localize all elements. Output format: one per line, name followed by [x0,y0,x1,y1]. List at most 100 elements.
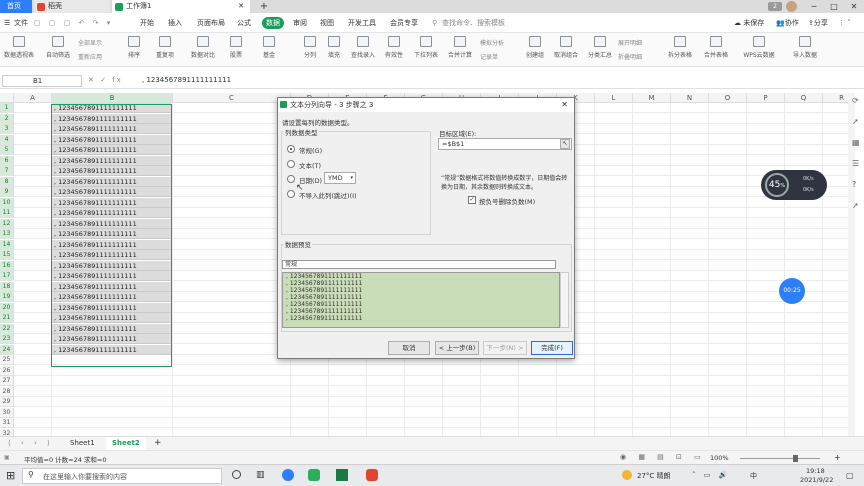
cancel-button[interactable]: 取消 [388,341,430,355]
task-view-icon[interactable]: ▥ [256,470,265,480]
cell-b[interactable]: , 1234567891111111111 [52,197,171,208]
split-column-button[interactable]: 分列 [300,36,320,66]
add-sheet-button[interactable]: + [148,437,168,450]
row-header[interactable]: 5 [0,145,14,155]
tab-home[interactable]: 首页 [0,0,32,13]
ungroup-button[interactable]: 取消组合 [550,36,582,66]
cell-b[interactable]: , 1234567891111111111 [52,145,171,155]
wechat-icon[interactable] [308,469,320,481]
grid-icon[interactable]: ▦ [852,132,860,153]
sheet-tab-2[interactable]: Sheet2 [106,437,146,450]
zoom-slider[interactable] [740,458,820,459]
row-header[interactable]: 23 [0,334,14,344]
cell-b[interactable]: , 1234567891111111111 [52,155,171,166]
radio-general-label[interactable]: 常规(G) [299,145,322,155]
prev-step-button[interactable]: < 上一步(B) [435,341,479,355]
expand-detail-button[interactable]: 展开明细 [618,38,642,47]
settings-icon[interactable]: ☰ [852,153,860,174]
row-header[interactable]: 19 [0,292,14,302]
menu-file[interactable]: 文件 [14,17,28,29]
cell-b[interactable]: , 1234567891111111111 [52,271,171,281]
new-tab-button[interactable]: + [254,0,274,13]
pivot-table-button[interactable]: 数据透视表 [2,36,36,66]
cell-b[interactable]: , 1234567891111111111 [52,218,171,229]
notification-icon[interactable]: ▢ [846,471,854,480]
cell-b[interactable]: , 1234567891111111111 [52,323,171,334]
row-header[interactable]: 26 [0,365,14,376]
quick-access-icons[interactable]: ▢ ▢ ▢ ↶ ↷ ▾ [34,17,113,29]
form-button[interactable]: 记录单 [480,52,498,61]
fx-icon[interactable]: ✕ ✓ fx [88,76,123,84]
radio-date[interactable] [287,175,295,183]
row-header[interactable]: 16 [0,260,14,271]
more-icon[interactable]: ⋮ ˄ [838,17,851,29]
negative-checkbox-label[interactable]: 按负号删除负数(M) [479,196,535,206]
menu-home[interactable]: 开始 [140,17,154,29]
show-all-button[interactable]: 全部显示 [78,38,102,47]
autofilter-button[interactable]: 自动筛选 [44,36,72,66]
menu-formula[interactable]: 公式 [237,17,251,29]
row-header[interactable]: 7 [0,166,14,176]
cell-b[interactable]: , 1234567891111111111 [52,239,171,250]
menu-member[interactable]: 会员专享 [390,17,418,29]
zoom-level[interactable]: 100% [710,454,729,462]
clock-date[interactable]: 2021/9/22 [800,476,833,484]
row-header[interactable]: 12 [0,218,14,229]
consolidate-button[interactable]: 合并计算 [444,36,476,66]
fund-button[interactable]: 基金 [258,36,280,66]
preview-area[interactable]: , 1234567891111111111, 12345678911111111… [282,272,560,328]
row-header[interactable]: 3 [0,124,14,134]
wps-cloud-button[interactable]: WPS云数据 [738,36,780,66]
row-header[interactable]: 25 [0,355,14,365]
name-box[interactable]: B1 [2,75,82,87]
row-header[interactable]: 24 [0,344,14,355]
minimize-button[interactable]: ─ [804,0,824,13]
merge-table-button[interactable]: 合并表格 [700,36,732,66]
avatar[interactable] [786,1,797,12]
row-header[interactable]: 13 [0,229,14,239]
help-icon[interactable]: ? [852,174,860,195]
timer-bubble[interactable]: 00:25 [779,278,805,304]
cell-b[interactable]: , 1234567891111111111 [52,292,171,302]
view-mode-icons[interactable]: ◉ ▦ ▤ ⊡ ▭ [620,453,706,461]
row-header[interactable]: 6 [0,155,14,166]
row-header[interactable]: 29 [0,397,14,407]
windows-start-icon[interactable]: ⊞ [6,469,15,482]
cell-b[interactable]: , 1234567891111111111 [52,302,171,313]
excel-icon[interactable] [336,469,348,481]
row-header[interactable]: 9 [0,187,14,197]
row-header[interactable]: 17 [0,271,14,281]
tray-icons[interactable]: ˄ ▭ 🔊 [692,471,730,479]
row-header[interactable]: 11 [0,208,14,218]
column-header-o[interactable]: O [709,93,747,103]
share-button[interactable]: ⇪分享 [808,17,828,29]
group-button[interactable]: 创建组 [522,36,548,66]
negative-checkbox[interactable]: ✓ [468,196,476,204]
zoom-handle[interactable] [793,455,798,462]
preview-header[interactable]: 常规 [282,260,556,269]
row-header[interactable]: 22 [0,323,14,334]
row-header[interactable]: 4 [0,134,14,145]
radio-general[interactable] [287,145,295,153]
row-header[interactable]: 31 [0,418,14,428]
radio-skip-label[interactable]: 不导入此列(跳过)(I) [299,190,357,200]
duplicates-button[interactable]: 重复项 [150,36,180,66]
date-format-select[interactable]: YMD ▾ [324,172,356,184]
cell-b[interactable]: , 1234567891111111111 [52,281,171,292]
cell-b[interactable]: , 1234567891111111111 [52,113,171,124]
cortana-icon[interactable] [232,470,241,479]
pointer-icon[interactable]: ➚ [852,195,860,216]
cell-b[interactable]: , 1234567891111111111 [52,124,171,134]
sort-button[interactable]: 排序 [124,36,144,66]
validation-button[interactable]: 有效性 [382,36,406,66]
menu-insert[interactable]: 插入 [168,17,182,29]
column-header-l[interactable]: L [595,93,633,103]
cell-b[interactable]: , 1234567891111111111 [52,229,171,239]
refresh-icon[interactable]: ⟳ [852,90,860,111]
column-header-c[interactable]: C [173,93,291,103]
cell-b[interactable]: , 1234567891111111111 [52,103,171,113]
radio-text[interactable] [287,160,295,168]
cell-b[interactable]: , 1234567891111111111 [52,187,171,197]
wps-icon[interactable] [366,469,378,481]
row-header[interactable]: 8 [0,176,14,187]
